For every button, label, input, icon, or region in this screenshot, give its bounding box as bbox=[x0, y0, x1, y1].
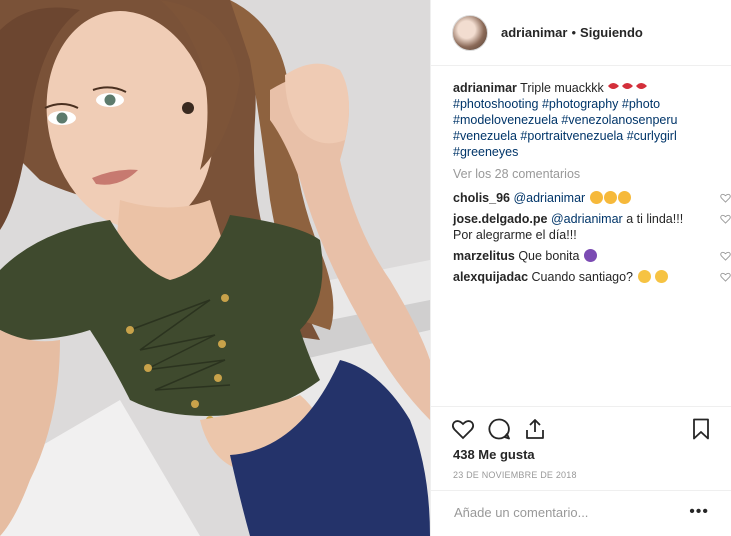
caption: adrianimar Triple muackkk #photoshooting… bbox=[453, 80, 723, 160]
purple-flower-emoji-icon bbox=[583, 249, 597, 263]
post-details-panel: adrianimar • Siguiendo adrianimar Triple… bbox=[430, 0, 731, 536]
comment-username[interactable]: cholis_96 bbox=[453, 191, 510, 205]
following-button[interactable]: Siguiendo bbox=[580, 25, 643, 40]
header-text: adrianimar • Siguiendo bbox=[501, 25, 643, 40]
comments-section: adrianimar Triple muackkk #photoshooting… bbox=[453, 80, 731, 290]
caption-hashtags[interactable]: #photoshooting #photography #photo #mode… bbox=[453, 97, 677, 159]
comment-mention[interactable]: @adrianimar bbox=[551, 212, 623, 226]
comment-username[interactable]: marzelitus bbox=[453, 249, 515, 263]
bookmark-icon[interactable] bbox=[689, 417, 713, 441]
share-icon[interactable] bbox=[523, 417, 547, 441]
action-bar bbox=[431, 406, 731, 446]
author-username[interactable]: adrianimar bbox=[501, 25, 567, 40]
separator-dot: • bbox=[571, 25, 577, 40]
like-comment-heart-icon[interactable] bbox=[720, 214, 731, 224]
comment-username[interactable]: alexquijadac bbox=[453, 270, 528, 284]
view-all-comments-link[interactable]: Ver los 28 comentarios bbox=[453, 166, 723, 182]
comment-input[interactable] bbox=[452, 504, 686, 521]
comment-item: jose.delgado.pe @adrianimar a ti linda!!… bbox=[453, 211, 731, 243]
heart-eyes-emoji-icon bbox=[589, 191, 631, 205]
caption-text: Triple muackkk bbox=[520, 81, 604, 95]
comment-item: marzelitus Que bonita bbox=[453, 248, 731, 264]
face-emoji-icon bbox=[637, 270, 668, 284]
post-photo[interactable] bbox=[0, 0, 430, 536]
like-comment-heart-icon[interactable] bbox=[720, 193, 731, 203]
heart-icon[interactable] bbox=[451, 417, 475, 441]
comment-item: alexquijadac Cuando santiago? bbox=[453, 269, 731, 285]
like-comment-heart-icon[interactable] bbox=[720, 251, 731, 261]
caption-username[interactable]: adrianimar bbox=[453, 81, 517, 95]
comment-text: Cuando santiago? bbox=[531, 270, 634, 284]
more-options-icon[interactable]: ••• bbox=[689, 503, 709, 521]
comment-item: cholis_96 @adrianimar bbox=[453, 190, 731, 206]
like-comment-heart-icon[interactable] bbox=[720, 272, 731, 282]
likes-count[interactable]: 438 Me gusta bbox=[453, 447, 535, 462]
comment-mention[interactable]: @adrianimar bbox=[513, 191, 585, 205]
post-header: adrianimar • Siguiendo bbox=[431, 0, 731, 66]
add-comment-bar: ••• bbox=[431, 490, 731, 536]
post-date: 23 DE NOVIEMBRE DE 2018 bbox=[453, 470, 577, 480]
comment-username[interactable]: jose.delgado.pe bbox=[453, 212, 547, 226]
comment-text: Que bonita bbox=[518, 249, 580, 263]
kiss-mark-icon bbox=[607, 81, 649, 95]
avatar[interactable] bbox=[452, 14, 488, 51]
comment-icon[interactable] bbox=[487, 417, 511, 441]
